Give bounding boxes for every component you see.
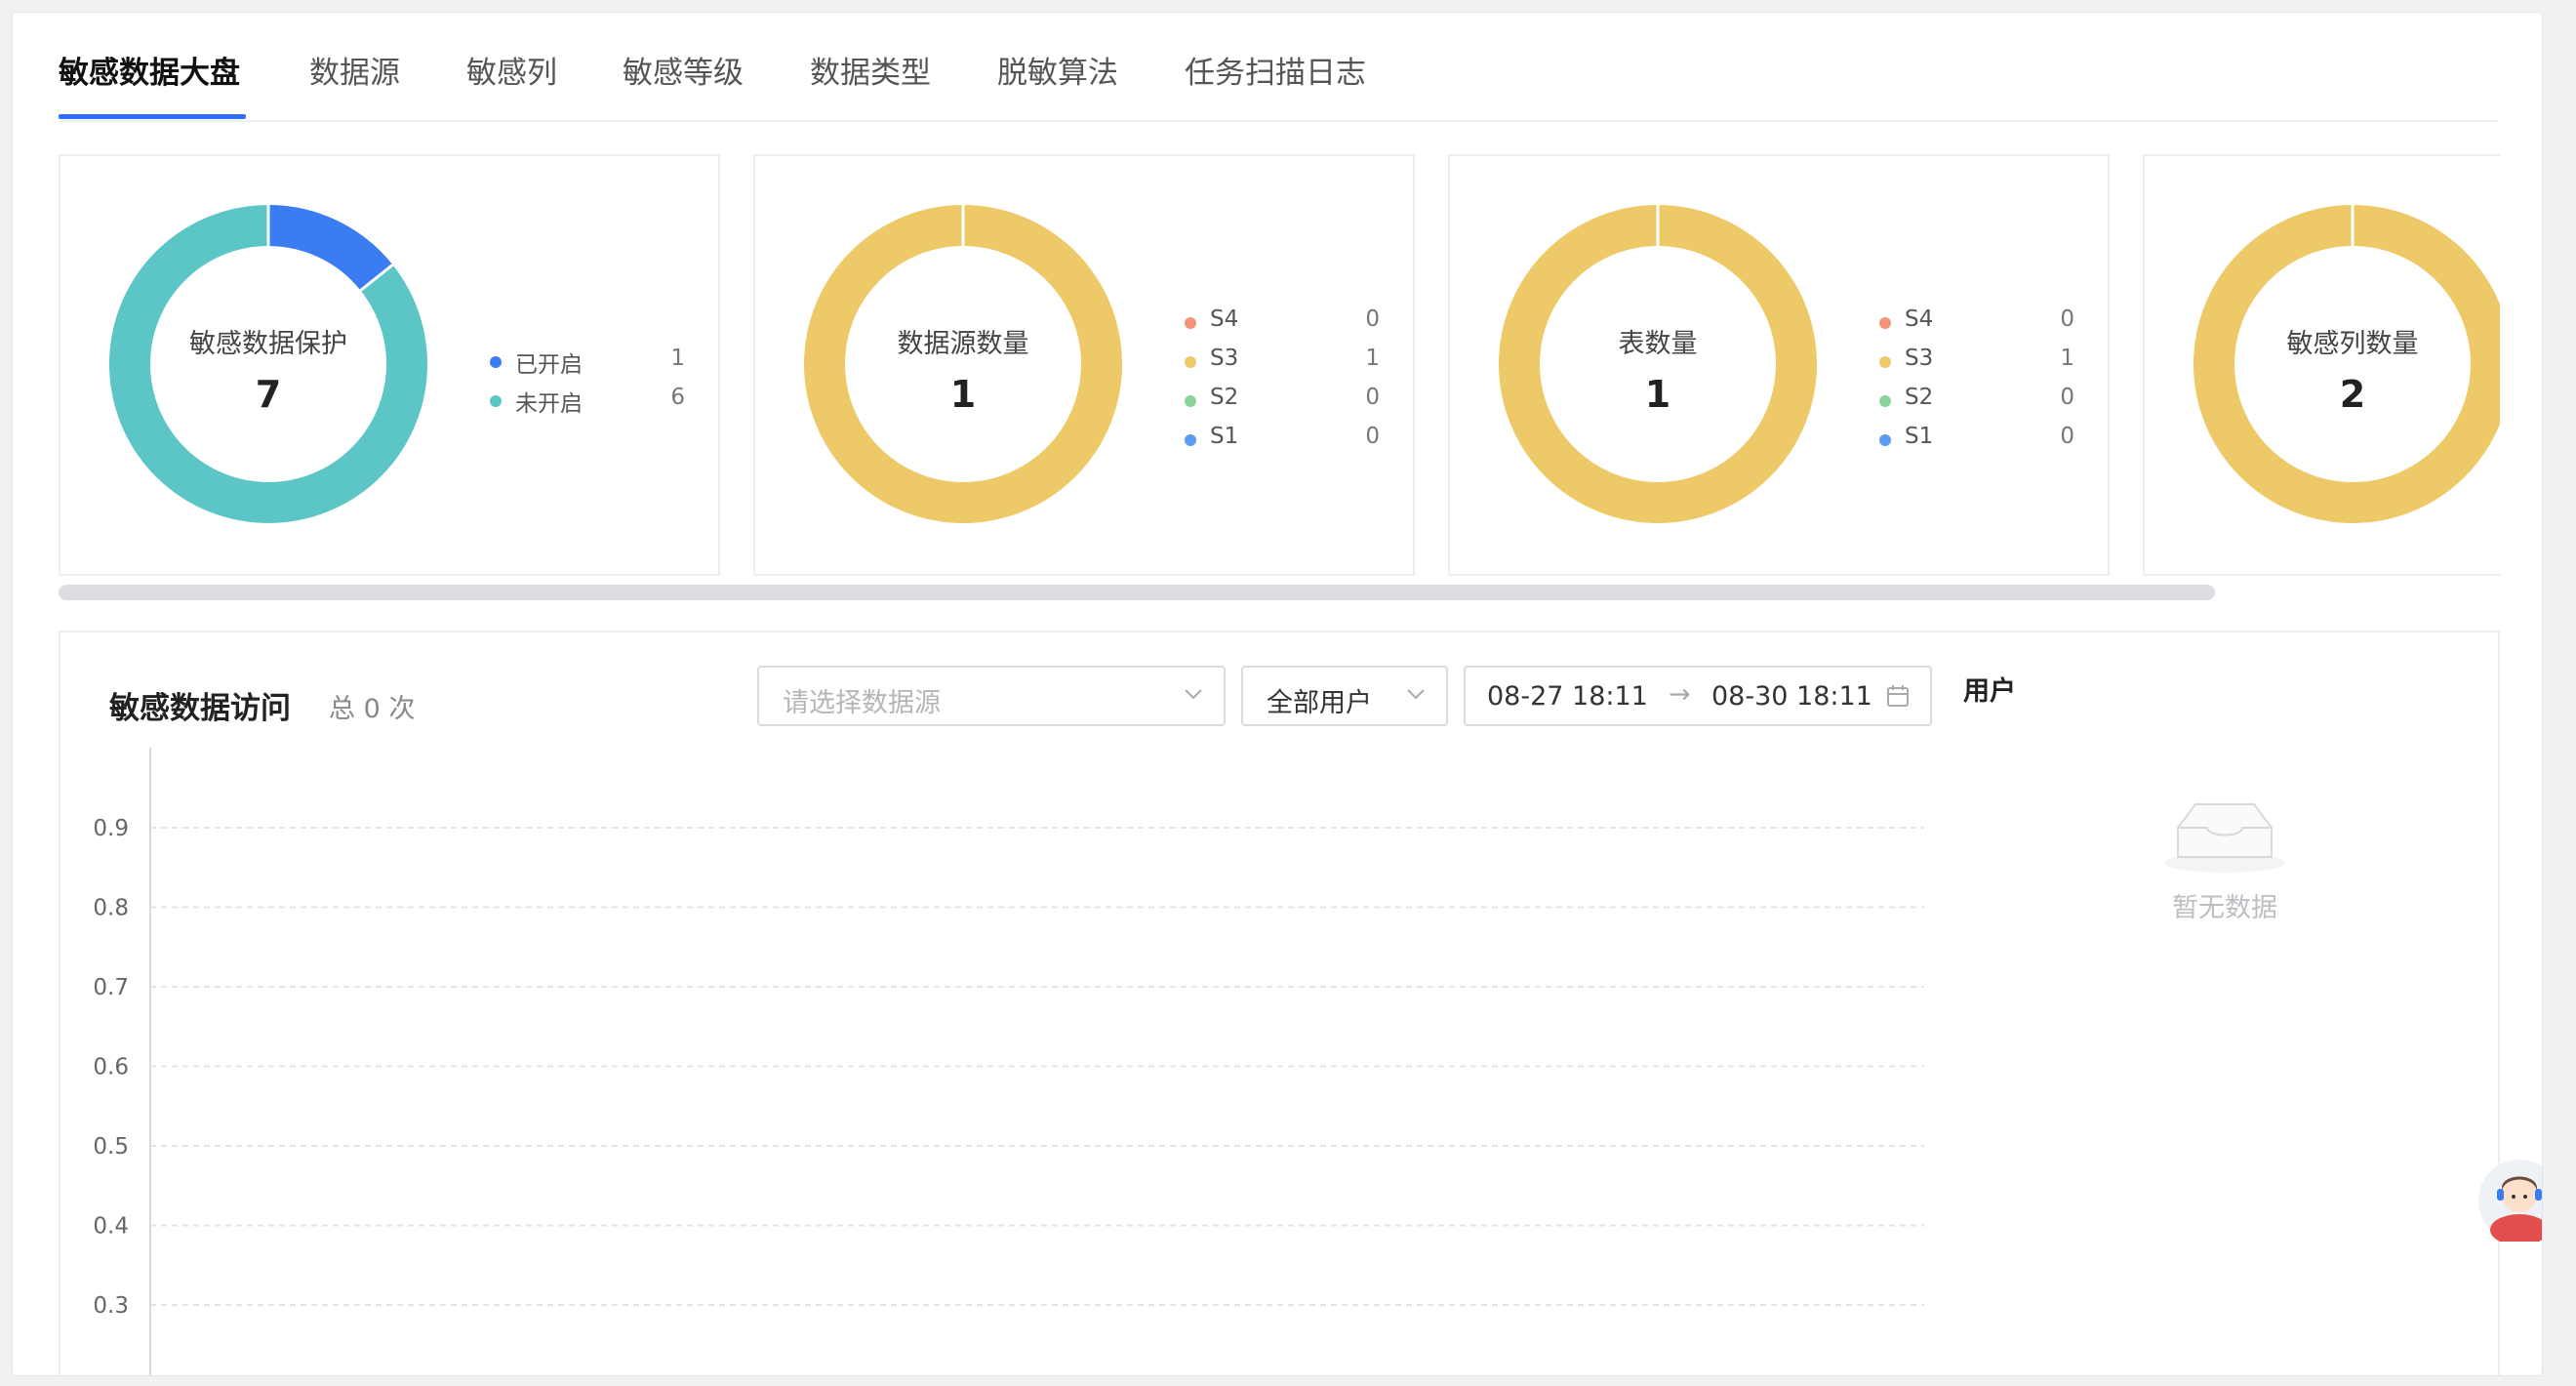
cards-scrollbar-thumb[interactable] [59, 585, 2215, 600]
legend-value: 0 [1365, 306, 1380, 332]
donut-chart-tables [1499, 205, 1817, 523]
support-assistant-button[interactable] [2478, 1160, 2542, 1245]
legend-name: S4 [1210, 306, 1239, 332]
legend-value: 0 [1365, 424, 1380, 449]
y-tick-label: 0.4 [93, 1214, 129, 1240]
tab-sensitive-dashboard[interactable]: 敏感数据大盘 [59, 48, 240, 92]
legend-value: 0 [2060, 424, 2074, 449]
sensitive-access-panel: 敏感数据访问 总 0 次 请选择数据源 全部用户 08-27 18:11 → 0… [59, 631, 2500, 1377]
tab-bar: 敏感数据大盘 数据源 敏感列 敏感等级 数据类型 脱敏算法 任务扫描日志 [59, 13, 2498, 122]
access-line-chart: 0.9 0.8 0.7 0.6 0.5 0.4 0.3 0.2 [93, 748, 1924, 1377]
card-title: 敏感数据保护 [189, 329, 347, 359]
legend-dot [1185, 434, 1196, 446]
card-legend: S4 0 S3 1 S2 0 S1 0 [1879, 305, 2074, 461]
card-title: 数据源数量 [897, 329, 1029, 359]
legend-value: 1 [1365, 346, 1380, 371]
legend-name: S1 [1210, 424, 1239, 449]
support-avatar-icon [2490, 1176, 2542, 1245]
y-tick-label: 0.6 [93, 1055, 129, 1080]
donut-segment-s3 [1499, 205, 1817, 523]
empty-state-text: 暂无数据 [2172, 893, 2277, 923]
y-tick-label: 0.7 [93, 975, 129, 1000]
legend-item-s1: S1 0 [1185, 422, 1380, 461]
legend-dot [1185, 317, 1196, 329]
y-tick-label: 0.8 [93, 896, 129, 921]
legend-name: 已开启 [515, 352, 583, 378]
legend-item-s3: S3 1 [1879, 344, 2074, 383]
legend-value: 1 [2060, 346, 2074, 371]
empty-inbox-icon [2164, 803, 2285, 873]
tab-sensitive-columns[interactable]: 敏感列 [466, 48, 557, 92]
legend-item-s2: S2 0 [1185, 383, 1380, 422]
legend-item-s3: S3 1 [1185, 344, 1380, 383]
donut-segment-s3 [2194, 205, 2500, 523]
card-datasource-count: 数据源数量 1 S4 0 S3 1 S2 0 S1 0 [753, 154, 1415, 576]
legend-dot [490, 356, 502, 368]
stat-cards-row: 敏感数据保护 7 已开启 1 未开启 6 数据源数量 1 S4 0 S3 1 S… [59, 154, 2500, 593]
legend-value: 0 [2060, 306, 2074, 332]
card-value: 1 [949, 373, 977, 416]
legend-name: S3 [1905, 346, 1934, 371]
tab-sensitive-levels[interactable]: 敏感等级 [623, 48, 744, 92]
tab-data-types[interactable]: 数据类型 [810, 48, 931, 92]
legend-value: 1 [670, 346, 685, 371]
cards-scrollbar[interactable] [59, 585, 2500, 600]
tab-data-source[interactable]: 数据源 [309, 48, 400, 92]
y-tick-label: 0.2 [93, 1373, 129, 1377]
legend-value: 6 [670, 385, 685, 410]
donut-chart-columns [2194, 205, 2500, 523]
legend-name: S4 [1905, 306, 1934, 332]
card-value: 7 [255, 373, 282, 416]
legend-dot [1879, 395, 1891, 407]
users-empty-state: 暂无数据 [2156, 789, 2293, 923]
donut-chart-datasource [804, 205, 1122, 523]
tab-scan-task-log[interactable]: 任务扫描日志 [1185, 48, 1366, 92]
legend-dot [1879, 434, 1891, 446]
card-table-count: 表数量 1 S4 0 S3 1 S2 0 S1 0 [1448, 154, 2110, 576]
active-tab-indicator [59, 114, 246, 119]
y-tick-label: 0.3 [93, 1293, 129, 1319]
legend-dot [1879, 356, 1891, 368]
legend-item-s4: S4 0 [1879, 305, 2074, 344]
legend-dot [490, 395, 502, 407]
dashboard-frame: 敏感数据大盘 数据源 敏感列 敏感等级 数据类型 脱敏算法 任务扫描日志 敏感数… [12, 12, 2543, 1376]
card-sensitive-column-count: 敏感列数量 2 [2143, 154, 2500, 576]
legend-item-disabled: 未开启 6 [490, 383, 685, 422]
donut-chart-protection [109, 205, 427, 523]
legend-name: S1 [1905, 424, 1934, 449]
card-title: 表数量 [1618, 329, 1698, 359]
legend-item-enabled: 已开启 1 [490, 344, 685, 383]
card-title: 敏感列数量 [2286, 329, 2419, 359]
legend-name: S2 [1210, 385, 1239, 410]
card-value: 2 [2339, 373, 2366, 416]
legend-value: 0 [1365, 385, 1380, 410]
y-tick-label: 0.9 [93, 816, 129, 841]
card-legend: 已开启 1 未开启 6 [490, 344, 685, 422]
legend-name: S2 [1905, 385, 1934, 410]
legend-dot [1879, 317, 1891, 329]
legend-value: 0 [2060, 385, 2074, 410]
legend-name: 未开启 [515, 391, 583, 417]
legend-item-s2: S2 0 [1879, 383, 2074, 422]
tab-masking-algorithms[interactable]: 脱敏算法 [997, 48, 1118, 92]
legend-item-s4: S4 0 [1185, 305, 1380, 344]
legend-item-s1: S1 0 [1879, 422, 2074, 461]
legend-dot [1185, 395, 1196, 407]
card-legend: S4 0 S3 1 S2 0 S1 0 [1185, 305, 1380, 461]
legend-dot [1185, 356, 1196, 368]
card-value: 1 [1644, 373, 1671, 416]
y-tick-label: 0.5 [93, 1134, 129, 1160]
card-sensitive-protection: 敏感数据保护 7 已开启 1 未开启 6 [59, 154, 720, 576]
legend-name: S3 [1210, 346, 1239, 371]
donut-segment-s3 [804, 205, 1122, 523]
